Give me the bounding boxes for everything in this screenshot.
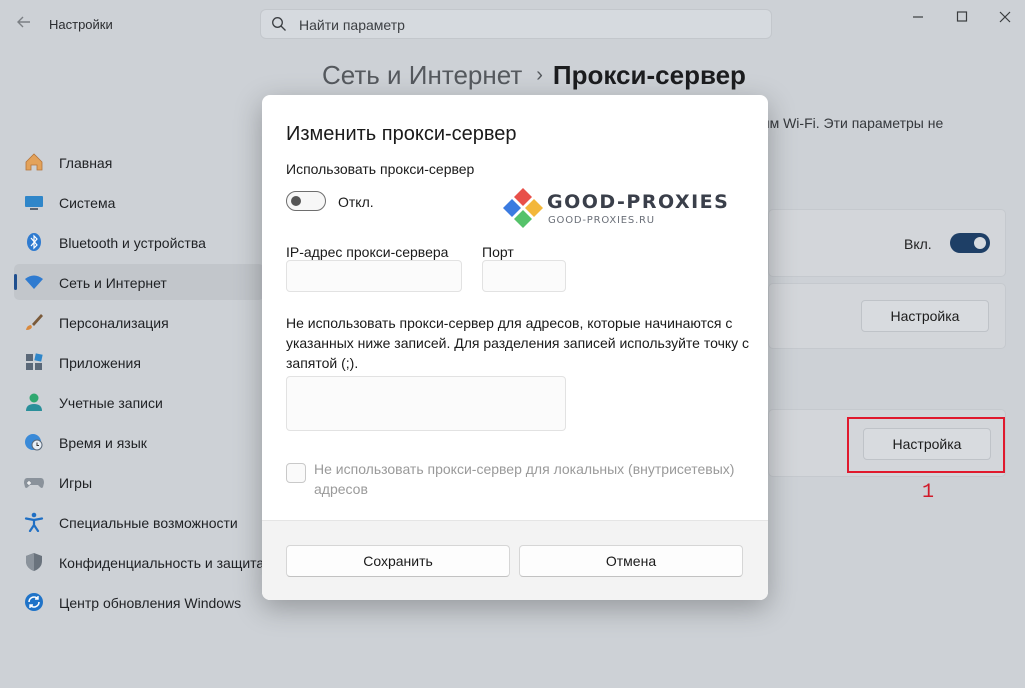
sidebar-item-label: Центр обновления Windows [59,595,242,611]
sidebar-item-accessibility[interactable]: Специальные возможности [14,504,264,540]
sidebar-item-label: Персонализация [59,315,169,331]
use-proxy-label: Использовать прокси-сервер [286,161,475,177]
close-icon [999,11,1011,23]
sidebar-item-system[interactable]: Система [14,184,264,220]
exceptions-textarea[interactable] [286,376,566,431]
use-proxy-toggle[interactable] [286,191,326,211]
dialog-title: Изменить прокси-сервер [286,123,517,145]
script-setup-button[interactable]: Настройка [861,300,989,332]
breadcrumb-current: Прокси-сервер [552,60,746,90]
search-icon [272,17,286,31]
apps-icon [26,353,43,370]
sidebar-item-label: Главная [59,155,113,171]
auto-detect-toggle[interactable] [950,233,990,253]
good-proxies-logo: GOOD-PROXIES GOOD-PROXIES.RU [502,187,728,229]
sidebar-item-label: Система [59,195,116,211]
use-proxy-state: Откл. [338,194,374,210]
bluetooth-icon [27,233,41,251]
search-input[interactable]: Найти параметр [299,17,405,33]
breadcrumb: Сеть и Интернет › Прокси-сервер [322,60,746,91]
app-title: Настройки [49,17,113,32]
sidebar-item-personalization[interactable]: Персонализация [14,304,264,340]
sidebar-item-label: Приложения [59,355,141,371]
wifi-icon [25,275,43,289]
sidebar-item-gaming[interactable]: Игры [14,464,264,500]
search-box[interactable]: Найти параметр [260,9,772,39]
back-arrow-icon [17,16,30,28]
dialog-footer: Сохранить Отмена [262,520,768,600]
cancel-button[interactable]: Отмена [519,545,743,577]
back-button[interactable] [14,14,34,34]
auto-detect-toggle-label: Вкл. [904,236,932,252]
callout-number: 1 [922,481,935,504]
breadcrumb-separator: › [536,64,543,86]
port-field[interactable] [482,260,566,292]
minimize-icon [913,16,923,18]
edit-proxy-dialog: Изменить прокси-сервер Использовать прок… [262,95,768,600]
maximize-icon [956,11,968,22]
sidebar-item-bluetooth[interactable]: Bluetooth и устройства [14,224,264,260]
exceptions-description: Не использовать прокси-сервер для адресо… [286,315,750,371]
user-icon [26,393,42,411]
home-icon [25,153,43,171]
brush-icon [26,314,43,330]
sidebar-item-label: Время и язык [59,435,147,451]
logo-diamonds-icon [503,188,543,228]
logo-domain: GOOD-PROXIES.RU [548,215,655,226]
sidebar-item-network[interactable]: Сеть и Интернет [14,264,264,300]
active-indicator [14,274,17,290]
shield-icon [26,553,42,571]
monitor-icon [25,196,43,210]
sidebar-item-privacy[interactable]: Конфиденциальность и защита [14,544,264,580]
save-button[interactable]: Сохранить [286,545,510,577]
sidebar-item-windows-update[interactable]: Центр обновления Windows [14,584,264,620]
sidebar-item-accounts[interactable]: Учетные записи [14,384,264,420]
sidebar-item-label: Учетные записи [59,395,163,411]
accessibility-icon [24,512,44,532]
minimize-button[interactable] [903,8,933,28]
maximize-button[interactable] [947,8,977,28]
title-bar: Настройки Найти параметр [0,0,1025,48]
breadcrumb-parent[interactable]: Сеть и Интернет [322,60,522,90]
port-label: Порт [482,244,514,260]
update-icon [25,593,43,611]
sidebar-item-label: Игры [59,475,93,491]
sidebar-item-label: Bluetooth и устройства [59,235,206,251]
sidebar-item-apps[interactable]: Приложения [14,344,264,380]
ip-address-label: IP-адрес прокси-сервера [286,244,449,260]
callout-highlight-box [847,417,1005,473]
page-description: ям Wi-Fi. Эти параметры не [762,115,944,131]
sidebar-item-label: Сеть и Интернет [59,275,167,291]
sidebar-item-home[interactable]: Главная [14,144,264,180]
sidebar-item-label: Специальные возможности [59,515,238,531]
local-addresses-checkbox[interactable] [286,463,306,483]
sidebar-item-label: Конфиденциальность и защита [59,555,265,571]
sidebar-item-time-language[interactable]: Время и язык [14,424,264,460]
close-button[interactable] [990,8,1020,28]
gamepad-icon [24,478,44,488]
local-addresses-label: Не использовать прокси-сервер для локаль… [314,461,735,497]
logo-wordmark: GOOD-PROXIES [547,191,730,213]
ip-address-field[interactable] [286,260,462,292]
clock-globe-icon [25,434,43,451]
